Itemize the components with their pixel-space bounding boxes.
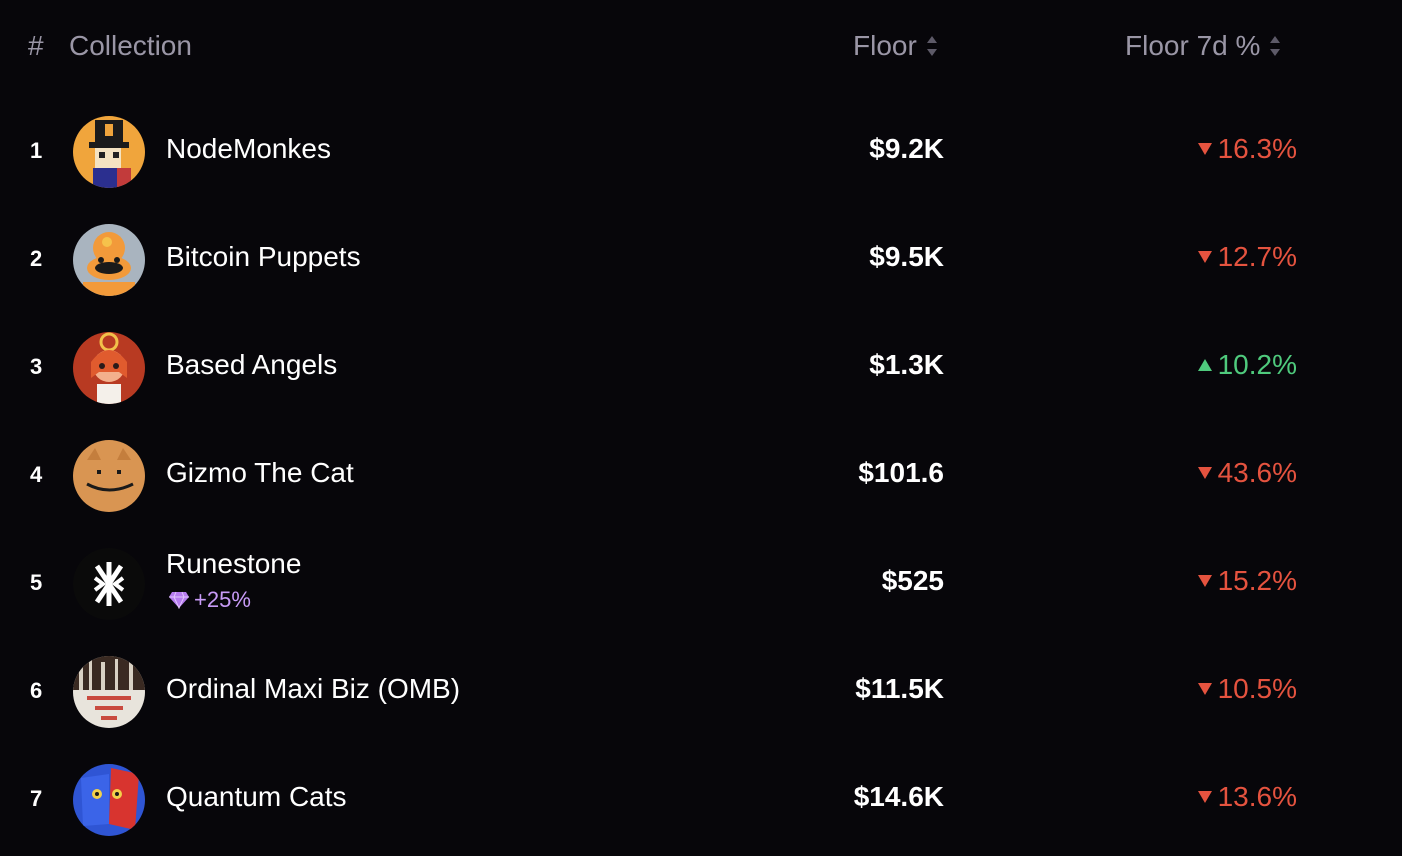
floor-change-value: 12.7% [1217,241,1297,272]
down-arrow-icon [1197,143,1212,155]
floor-7d-column-header[interactable]: Floor 7d % [1125,30,1282,62]
row-rank: 7 [30,786,43,811]
floor-column-label: Floor [853,30,917,61]
table-row[interactable]: 4 Gizmo The Cat $101.6 43.6% [0,422,1402,530]
table-row[interactable]: 7 Quantum Cats $14.6K 13.6% [0,746,1402,854]
row-rank: 3 [30,354,43,379]
badge-bonus: +25% [168,587,251,613]
floor-change-value: 10.5% [1217,673,1297,704]
floor-change: 10.5% [1197,673,1297,705]
floor-change-value: 15.2% [1217,565,1297,596]
floor-change: 16.3% [1197,133,1297,165]
cat-face-avatar [73,440,145,512]
floor-price: $525 [881,565,944,596]
floor-change: 43.6% [1197,457,1297,489]
up-arrow-icon [1197,359,1212,371]
down-arrow-icon [1197,683,1212,695]
badge-bonus-value: +25% [194,587,251,612]
floor-price: $11.5K [855,673,944,704]
down-arrow-icon [1197,575,1212,587]
collection-name[interactable]: Quantum Cats [166,781,347,813]
down-arrow-icon [1197,251,1212,263]
angel-avatar [73,332,145,404]
floor-change-value: 10.2% [1217,349,1297,380]
floor-price: $14.6K [853,781,944,812]
floor-change-value: 13.6% [1217,781,1297,812]
table-row[interactable]: 2 Bitcoin Puppets $9.5K 12.7% [0,206,1402,314]
floor-price: $9.5K [869,241,944,272]
omb-avatar [73,656,145,728]
diamond-icon [169,591,189,609]
table-row[interactable]: 6 Ordinal Maxi Biz (OMB) $11.5K 10.5% [0,638,1402,746]
row-rank: 2 [30,246,43,271]
collection-name[interactable]: NodeMonkes [166,133,331,165]
floor-change: 13.6% [1197,781,1297,813]
collection-name[interactable]: Bitcoin Puppets [166,241,361,273]
floor-change-value: 16.3% [1217,133,1297,164]
floor-change: 15.2% [1197,565,1297,597]
collection-name[interactable]: Based Angels [166,349,337,381]
down-arrow-icon [1197,467,1212,479]
sort-icon [1270,36,1281,56]
row-rank: 4 [30,462,43,487]
floor-price: $101.6 [858,457,944,488]
rune-avatar [73,548,145,620]
row-rank: 1 [30,138,43,163]
quantum-cat-avatar [73,764,145,836]
down-arrow-icon [1197,791,1212,803]
floor-change-value: 43.6% [1217,457,1297,488]
row-rank: 6 [30,678,43,703]
table-row[interactable]: 3 Based Angels $1.3K 10.2% [0,314,1402,422]
table-row[interactable]: 1 NodeMonkes $9.2K 16.3% [0,98,1402,206]
collections-table: # Collection Floor Floor 7d % 1 NodeMonk… [0,0,1402,856]
collection-name[interactable]: Ordinal Maxi Biz (OMB) [166,673,460,705]
row-rank: 5 [30,570,43,595]
collection-name[interactable]: Runestone [166,548,301,580]
rank-column-header: # [28,30,44,61]
table-row[interactable]: 5 Runestone +25% $525 15.2% [0,530,1402,638]
floor-change: 12.7% [1197,241,1297,273]
floor-column-header[interactable]: Floor [853,30,939,62]
table-header: # Collection Floor Floor 7d % [0,0,1402,96]
collection-name[interactable]: Gizmo The Cat [166,457,354,489]
floor-price: $1.3K [869,349,944,380]
sort-icon [926,36,937,56]
monkey-pixel-avatar [73,116,145,188]
puppet-avatar [73,224,145,296]
collection-column-header[interactable]: Collection [69,30,192,62]
floor-7d-column-label: Floor 7d % [1125,30,1261,61]
floor-price: $9.2K [869,133,944,164]
floor-change: 10.2% [1197,349,1297,381]
